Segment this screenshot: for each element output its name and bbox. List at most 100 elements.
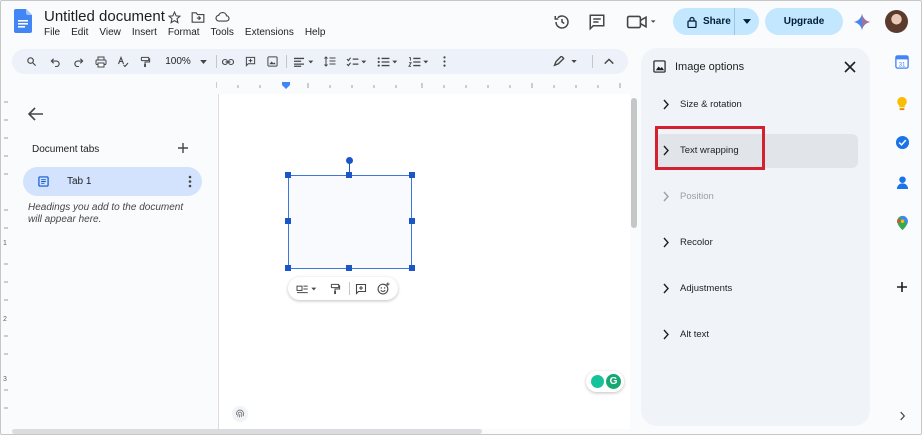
image-icon xyxy=(653,60,666,73)
calendar-icon[interactable]: 31 xyxy=(894,54,910,70)
back-arrow-icon[interactable] xyxy=(28,106,44,122)
align-icon[interactable] xyxy=(292,53,316,70)
redo-icon[interactable] xyxy=(71,53,85,70)
title-actions xyxy=(166,9,230,25)
scrollbar-thumb[interactable] xyxy=(631,98,637,228)
resize-handle-bottom-right[interactable] xyxy=(409,265,415,271)
numbered-list-icon[interactable] xyxy=(407,53,431,70)
add-addon-icon[interactable] xyxy=(894,279,910,295)
menu-extensions[interactable]: Extensions xyxy=(245,27,294,38)
selected-image[interactable] xyxy=(288,175,412,269)
share-dropdown-button[interactable] xyxy=(735,8,759,35)
ruler-mark-3: 3 xyxy=(3,376,7,383)
gemini-icon[interactable] xyxy=(852,12,872,32)
menu-bar: File Edit View Insert Format Tools Exten… xyxy=(44,27,325,38)
option-alt-text[interactable]: Alt text xyxy=(655,318,858,352)
zoom-caret-icon[interactable] xyxy=(198,53,208,70)
tasks-icon[interactable] xyxy=(894,134,910,150)
line-spacing-icon[interactable] xyxy=(323,53,337,70)
caret-down-icon xyxy=(743,19,751,24)
menu-edit[interactable]: Edit xyxy=(71,27,88,38)
keep-icon[interactable] xyxy=(894,95,910,111)
close-icon[interactable] xyxy=(843,60,857,74)
menu-insert[interactable]: Insert xyxy=(132,27,157,38)
upgrade-button[interactable]: Upgrade xyxy=(765,8,843,35)
more-options-icon[interactable] xyxy=(438,53,450,70)
contacts-icon[interactable] xyxy=(894,174,910,190)
horizontal-scrollbar[interactable] xyxy=(12,429,482,434)
hide-side-panel-icon[interactable] xyxy=(894,408,910,424)
menu-file[interactable]: File xyxy=(44,27,60,38)
add-comment-icon[interactable] xyxy=(243,53,257,70)
menu-help[interactable]: Help xyxy=(305,27,326,38)
insert-link-icon[interactable] xyxy=(221,53,235,70)
option-size-rotation[interactable]: Size & rotation xyxy=(655,88,858,122)
comments-icon[interactable] xyxy=(587,12,607,32)
grammarly-icon[interactable]: G xyxy=(606,374,621,389)
toolbar-divider xyxy=(286,55,287,68)
star-icon[interactable] xyxy=(166,9,182,25)
rotation-handle[interactable] xyxy=(346,157,353,164)
indent-marker-icon[interactable] xyxy=(282,82,290,89)
resize-handle-top-left[interactable] xyxy=(285,172,291,178)
editing-mode-icon[interactable] xyxy=(550,53,582,70)
resize-handle-top-right[interactable] xyxy=(409,172,415,178)
option-label: Adjustments xyxy=(680,283,733,294)
resize-handle-bottom[interactable] xyxy=(346,265,352,271)
bulleted-list-icon[interactable] xyxy=(376,53,400,70)
horizontal-ruler xyxy=(216,82,621,89)
paint-format-icon[interactable] xyxy=(138,53,152,70)
menu-tools[interactable]: Tools xyxy=(211,27,234,38)
meet-icon[interactable] xyxy=(625,12,659,32)
add-comment-icon[interactable] xyxy=(354,281,368,296)
tab-more-options-icon[interactable] xyxy=(187,175,193,188)
wrap-text-icon[interactable] xyxy=(295,281,319,296)
vertical-ruler: 1 2 3 xyxy=(3,101,8,409)
chevron-right-icon xyxy=(663,191,669,202)
zoom-select[interactable]: 100% xyxy=(158,53,198,70)
tab-item-tab-1[interactable]: Tab 1 xyxy=(23,167,202,196)
resize-handle-top[interactable] xyxy=(346,172,352,178)
search-menus-icon[interactable] xyxy=(24,53,38,70)
document-title[interactable]: Untitled document xyxy=(44,8,165,25)
zoom-value: 100% xyxy=(165,56,191,67)
version-history-icon[interactable] xyxy=(552,12,572,32)
hide-menus-icon[interactable] xyxy=(602,53,616,70)
document-page[interactable] xyxy=(218,94,630,429)
option-label: Alt text xyxy=(680,329,710,340)
resize-handle-bottom-left[interactable] xyxy=(285,265,291,271)
add-emoji-icon[interactable] xyxy=(376,281,390,296)
resize-handle-left[interactable] xyxy=(285,218,291,224)
document-scrollbar[interactable] xyxy=(630,94,638,429)
top-bar: Untitled document File Edit View Insert … xyxy=(0,0,922,46)
docs-logo-icon[interactable] xyxy=(14,9,32,33)
toolbar-divider xyxy=(592,55,593,68)
menu-view[interactable]: View xyxy=(99,27,121,38)
spelling-check-icon[interactable] xyxy=(116,53,130,70)
grammarly-widget[interactable]: G xyxy=(586,371,624,392)
insert-image-icon[interactable] xyxy=(265,53,279,70)
lightbulb-icon[interactable] xyxy=(591,375,604,388)
share-button[interactable]: Share xyxy=(673,8,735,35)
menu-format[interactable]: Format xyxy=(168,27,200,38)
resize-handle-right[interactable] xyxy=(409,218,415,224)
image-options-title: Image options xyxy=(675,61,745,73)
document-tabs-heading: Document tabs xyxy=(32,144,100,155)
chevron-right-icon xyxy=(663,329,669,340)
option-recolor[interactable]: Recolor xyxy=(655,226,858,260)
document-tab-icon xyxy=(38,176,49,187)
checklist-icon[interactable] xyxy=(345,53,369,70)
account-avatar[interactable] xyxy=(885,10,908,33)
image-floating-toolbar xyxy=(288,277,398,300)
side-panel-bar: 31 xyxy=(886,48,922,433)
undo-icon[interactable] xyxy=(48,53,62,70)
print-icon[interactable] xyxy=(94,53,108,70)
add-tab-icon[interactable] xyxy=(177,142,189,154)
maps-icon[interactable] xyxy=(894,215,910,231)
cloud-saved-icon[interactable] xyxy=(214,9,230,25)
option-label: Size & rotation xyxy=(680,99,742,110)
fingerprint-icon[interactable] xyxy=(232,406,248,422)
option-adjustments[interactable]: Adjustments xyxy=(655,272,858,306)
format-image-icon[interactable] xyxy=(328,281,342,296)
move-folder-icon[interactable] xyxy=(190,9,206,25)
